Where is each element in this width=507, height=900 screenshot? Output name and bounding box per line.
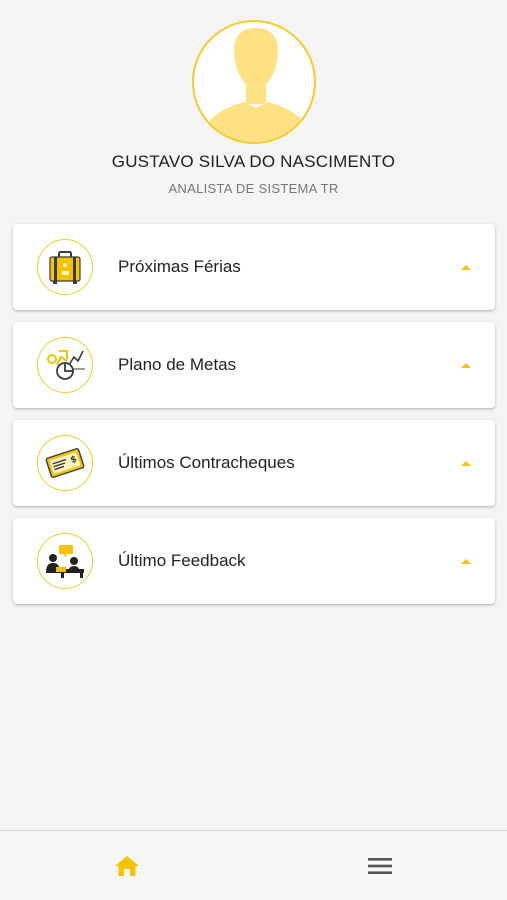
suitcase-icon [37, 239, 93, 295]
feedback-meeting-icon [37, 533, 93, 589]
menu-card-list: Próximas Férias Plano de Metas $ Últimos… [13, 224, 495, 616]
card-proximas-ferias[interactable]: Próximas Férias [13, 224, 495, 310]
goals-chart-icon [37, 337, 93, 393]
home-icon [115, 856, 139, 876]
chevron-up-icon[interactable] [461, 264, 471, 270]
card-label: Último Feedback [118, 551, 246, 570]
bottom-navigation [0, 830, 507, 900]
nav-menu-button[interactable] [365, 851, 395, 881]
user-silhouette-icon [201, 28, 310, 142]
chevron-up-icon[interactable] [461, 460, 471, 466]
user-role: ANALISTA DE SISTEMA TR [168, 181, 339, 196]
avatar[interactable] [191, 20, 316, 144]
nav-home-button[interactable] [112, 851, 142, 881]
chevron-up-icon[interactable] [461, 558, 471, 564]
card-label: Últimos Contracheques [118, 453, 295, 472]
user-name: GUSTAVO SILVA DO NASCIMENTO [111, 152, 396, 171]
card-label: Plano de Metas [118, 355, 237, 374]
card-ultimos-contracheques[interactable]: $ Últimos Contracheques [13, 420, 495, 506]
paycheck-icon: $ [37, 435, 93, 491]
menu-icon [368, 858, 392, 874]
card-label: Próximas Férias [118, 257, 241, 276]
chevron-up-icon[interactable] [461, 362, 471, 368]
profile-header: GUSTAVO SILVA DO NASCIMENTO ANALISTA DE … [0, 0, 507, 196]
card-plano-de-metas[interactable]: Plano de Metas [13, 322, 495, 408]
card-ultimo-feedback[interactable]: Último Feedback [13, 518, 495, 604]
